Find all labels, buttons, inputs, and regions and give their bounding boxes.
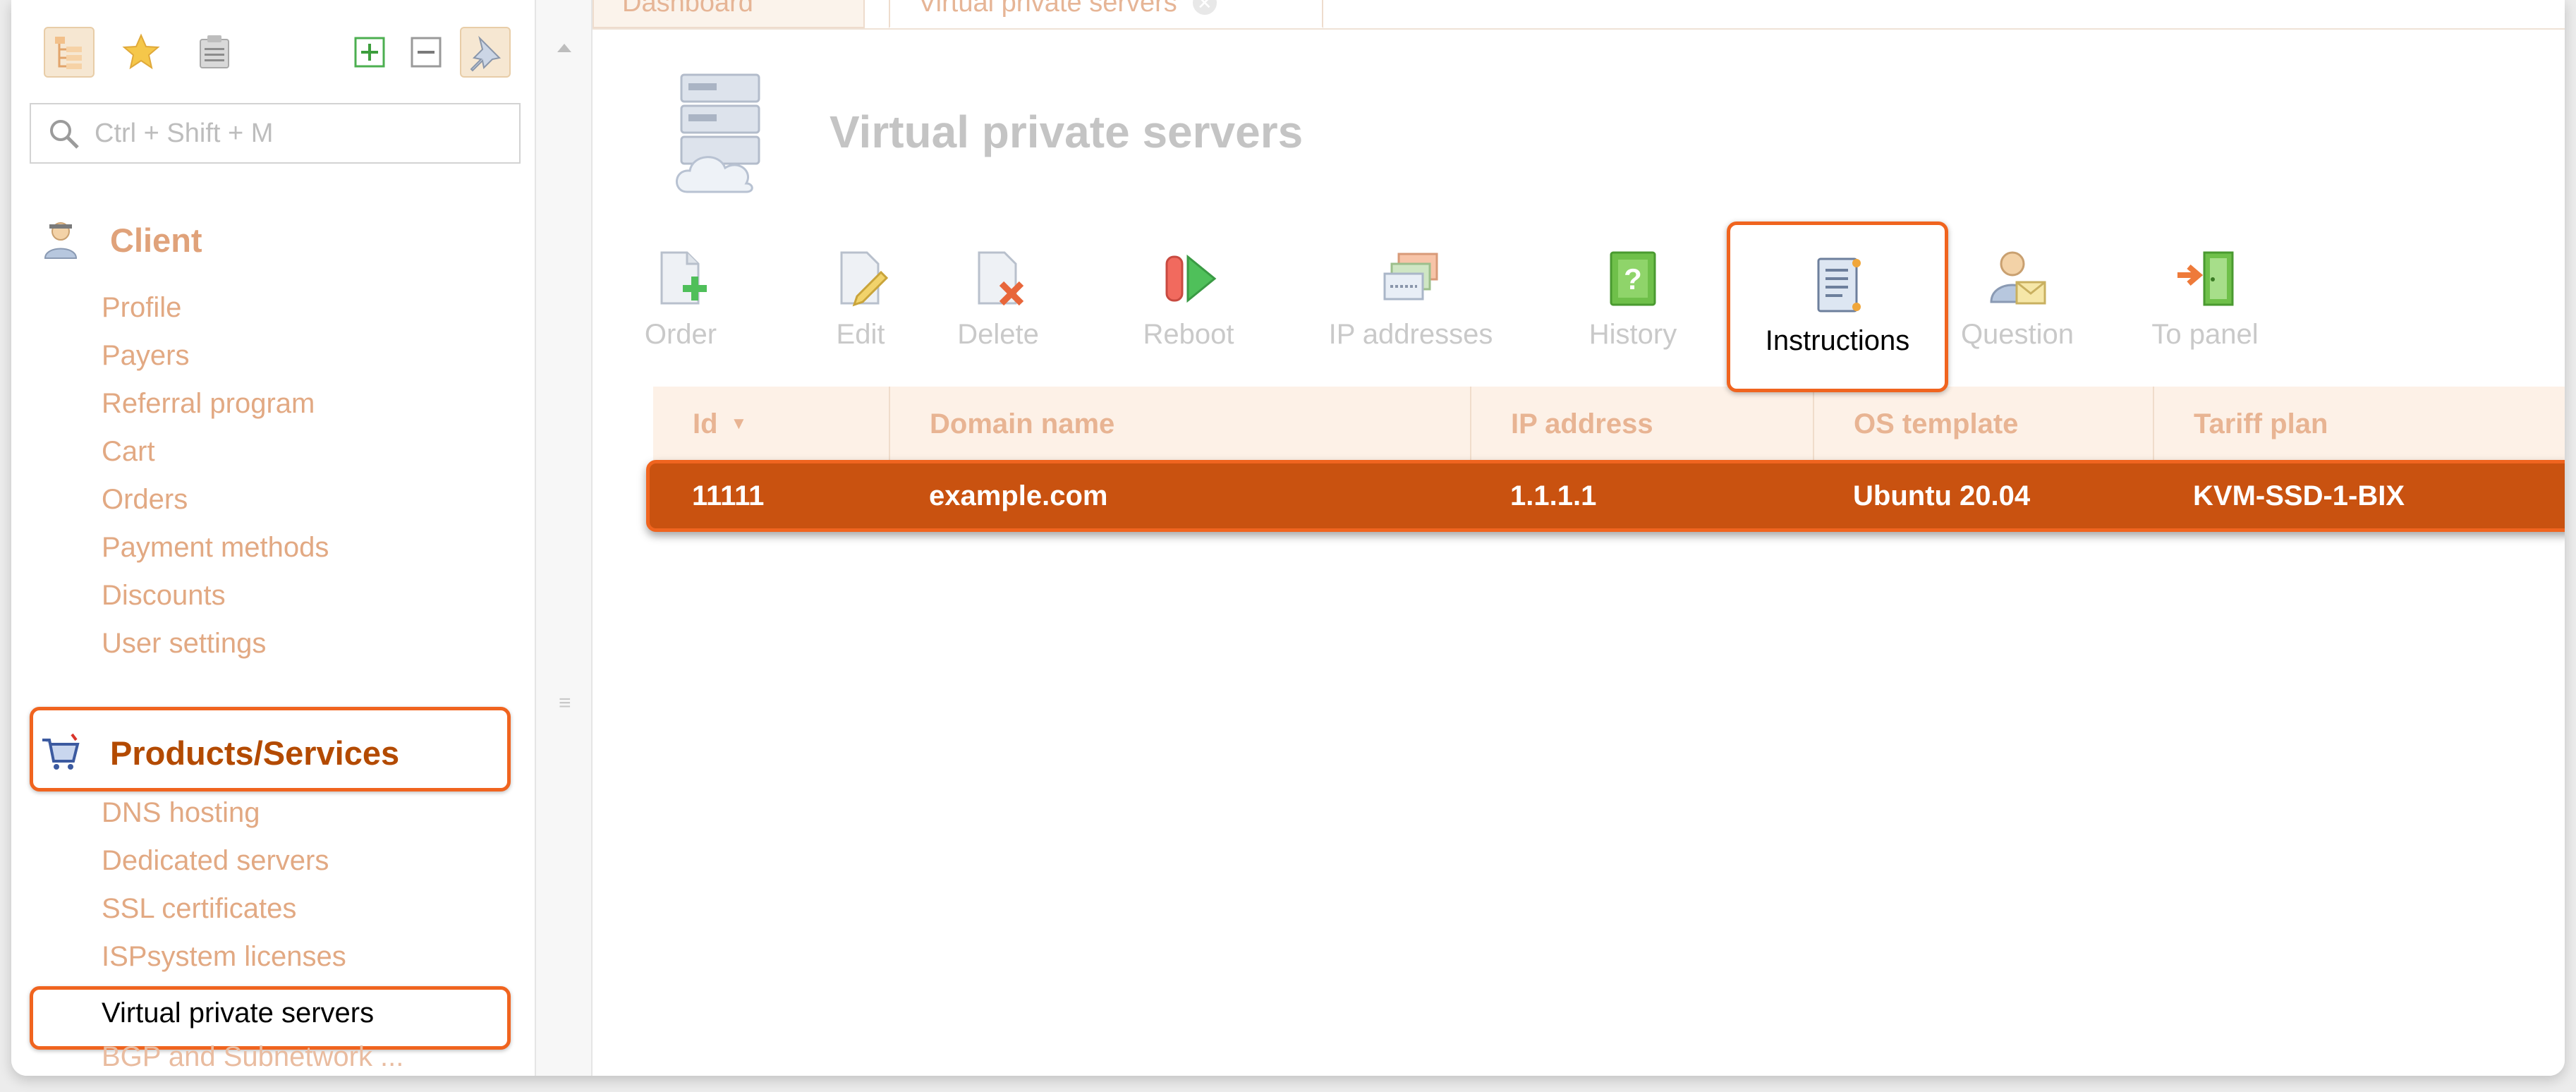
tab-bar: Dashboard Virtual private servers ✕ — [593, 0, 2565, 30]
order-label: Order — [644, 319, 717, 350]
clipboard-button[interactable] — [189, 27, 240, 78]
instructions-label: Instructions — [1765, 325, 1910, 356]
edit-button[interactable]: Edit — [825, 247, 896, 351]
nav-ispsystem-licenses[interactable]: ISPsystem licenses — [102, 941, 346, 973]
question-button[interactable]: Question — [1947, 247, 2088, 351]
sort-descending-icon[interactable]: ▼ — [731, 414, 748, 434]
pin-button[interactable] — [460, 27, 511, 78]
star-icon — [122, 33, 160, 70]
edit-pencil-icon — [840, 251, 889, 307]
nav-discounts[interactable]: Discounts — [102, 580, 226, 612]
column-header-os-template[interactable]: OS template — [1814, 387, 2154, 461]
instructions-button[interactable]: Instructions — [1727, 222, 1948, 392]
group-products-services[interactable]: Products/Services — [40, 728, 399, 777]
shopping-cart-icon — [42, 733, 80, 770]
nav-referral-program[interactable]: Referral program — [102, 388, 315, 420]
cell-domain-name: example.com — [929, 480, 1108, 511]
instructions-document-icon — [1817, 257, 1861, 313]
tree-view-button[interactable] — [44, 27, 95, 78]
delete-button[interactable]: Delete — [952, 247, 1044, 351]
expand-all-button[interactable] — [344, 27, 395, 78]
group-client-title: Client — [110, 221, 202, 259]
nav-bgp-subnetwork[interactable]: BGP and Subnetwork ... — [102, 1041, 403, 1073]
column-ip-label: IP address — [1511, 408, 1653, 439]
nav-dns-hosting[interactable]: DNS hosting — [102, 797, 260, 829]
column-header-id[interactable]: Id ▼ — [653, 387, 890, 461]
splitter-grip-icon[interactable]: ≡ — [559, 693, 571, 714]
tab-vps-label: Virtual private servers — [918, 0, 1177, 18]
scroll-up-arrow-icon[interactable] — [556, 42, 573, 54]
clipboard-icon — [200, 35, 229, 68]
history-label: History — [1588, 319, 1677, 350]
server-cloud-icon — [676, 73, 760, 193]
column-id-label: Id — [693, 408, 718, 439]
ip-addresses-icon — [1383, 253, 1438, 301]
cell-ip-address: 1.1.1.1 — [1510, 480, 1597, 511]
pin-icon — [470, 35, 502, 72]
reboot-button[interactable]: Reboot — [1136, 247, 1241, 351]
delete-label: Delete — [957, 319, 1039, 350]
tab-dashboard[interactable]: Dashboard — [593, 0, 865, 28]
history-button[interactable]: ? History — [1580, 247, 1686, 351]
reboot-icon — [1165, 254, 1217, 303]
nav-orders[interactable]: Orders — [102, 484, 188, 516]
tab-dashboard-label: Dashboard — [622, 0, 753, 18]
user-icon — [44, 222, 78, 259]
search-box[interactable] — [30, 103, 521, 164]
column-header-tariff-plan[interactable]: Tariff plan — [2154, 387, 2565, 461]
ip-addresses-button[interactable]: IP addresses — [1319, 247, 1502, 351]
order-new-document-icon — [660, 251, 707, 305]
nav-payment-methods[interactable]: Payment methods — [102, 532, 329, 564]
cell-tariff-plan: KVM-SSD-1-BIX — [2193, 480, 2405, 511]
column-os-label: OS template — [1854, 408, 2019, 439]
question-user-mail-icon — [1990, 251, 2046, 305]
tree-view-icon — [55, 37, 82, 69]
column-header-domain-name[interactable]: Domain name — [890, 387, 1471, 461]
question-label: Question — [1960, 319, 2074, 350]
group-client[interactable]: Client — [40, 215, 202, 265]
search-icon — [50, 120, 79, 149]
order-button[interactable]: Order — [635, 247, 727, 351]
favorites-button[interactable] — [116, 27, 166, 78]
edit-label: Edit — [836, 319, 885, 350]
history-help-icon: ? — [1610, 251, 1656, 306]
to-panel-button[interactable]: To panel — [2134, 247, 2276, 351]
table-row[interactable]: 11111 example.com 1.1.1.1 Ubuntu 20.04 K… — [646, 460, 2565, 532]
close-tab-icon[interactable]: ✕ — [1192, 0, 1217, 15]
nav-profile[interactable]: Profile — [102, 292, 181, 324]
page-title: Virtual private servers — [830, 107, 1304, 157]
to-panel-label: To panel — [2151, 319, 2259, 350]
collapse-all-button[interactable] — [401, 27, 451, 78]
sidebar-toolbar — [37, 27, 530, 78]
sidebar-splitter[interactable]: ≡ — [535, 0, 593, 1076]
reboot-label: Reboot — [1143, 319, 1234, 350]
plus-square-icon — [354, 37, 385, 68]
minus-square-icon — [411, 37, 442, 68]
cell-os-template: Ubuntu 20.04 — [1853, 480, 2031, 511]
nav-payers[interactable]: Payers — [102, 340, 190, 372]
sidebar: Client Profile Payers Referral program C… — [11, 0, 535, 1076]
svg-text:?: ? — [1624, 262, 1642, 296]
search-input[interactable] — [93, 117, 491, 150]
app-window: Client Profile Payers Referral program C… — [11, 0, 2565, 1076]
nav-cart[interactable]: Cart — [102, 436, 155, 468]
delete-document-icon — [978, 251, 1024, 306]
table-header: Id ▼ Domain name IP address OS template … — [653, 387, 2565, 463]
nav-virtual-private-servers[interactable]: Virtual private servers — [102, 997, 374, 1029]
column-tariff-label: Tariff plan — [2194, 408, 2328, 439]
column-domain-label: Domain name — [930, 408, 1115, 439]
ip-addresses-label: IP addresses — [1328, 319, 1493, 350]
tab-virtual-private-servers[interactable]: Virtual private servers ✕ — [889, 0, 1323, 28]
group-products-title: Products/Services — [110, 734, 400, 772]
to-panel-door-icon — [2177, 251, 2234, 306]
main-content: Dashboard Virtual private servers ✕ Virt… — [593, 0, 2565, 1076]
nav-user-settings[interactable]: User settings — [102, 628, 266, 660]
nav-ssl-certificates[interactable]: SSL certificates — [102, 893, 296, 925]
nav-dedicated-servers[interactable]: Dedicated servers — [102, 845, 329, 877]
column-header-ip-address[interactable]: IP address — [1471, 387, 1814, 461]
cell-id: 11111 — [692, 480, 765, 511]
